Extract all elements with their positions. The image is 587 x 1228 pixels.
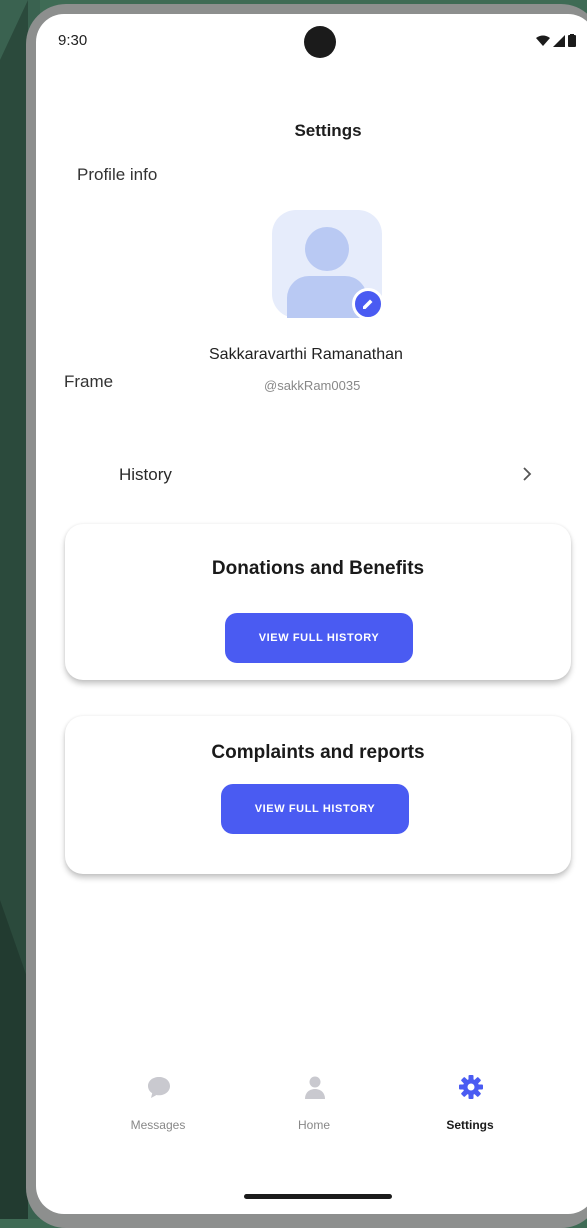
person-icon [305,1076,325,1099]
view-complaints-history-button[interactable]: VIEW FULL HISTORY [221,784,409,834]
view-donations-history-button[interactable]: VIEW FULL HISTORY [225,613,413,663]
status-time: 9:30 [58,32,88,49]
profile-name: Sakkaravarthi Ramanathan [209,346,403,363]
profile-handle: @sakkRam0035 [264,378,361,393]
status-icons [536,34,576,47]
profile-section-label: Profile info [77,165,158,184]
complaints-card: Complaints and reports VIEW FULL HISTORY [65,716,571,874]
history-label: History [119,465,172,484]
frame-label: Frame [64,372,114,391]
nav-item-home[interactable]: Home [254,1074,374,1144]
chat-bubble-icon [148,1077,170,1098]
signal-icon [553,34,565,47]
complaints-card-title: Complaints and reports [211,742,425,763]
nav-label-messages: Messages [130,1118,186,1132]
nav-label-settings: Settings [446,1118,494,1132]
phone-screen: 9:30 Settings Profile info Sakkaravarthi… [36,14,587,1214]
home-indicator[interactable] [244,1194,392,1199]
avatar-head [305,227,349,271]
pencil-icon [363,299,373,309]
avatar[interactable] [272,210,384,320]
nav-item-messages[interactable]: Messages [98,1074,218,1144]
battery-icon [568,34,576,47]
gear-icon [459,1075,483,1099]
wifi-icon [536,35,550,46]
nav-item-settings[interactable]: Settings [410,1074,530,1144]
bottom-navigation: Messages Home Settings [36,1074,587,1144]
edit-avatar-button[interactable] [352,288,384,320]
chevron-right-icon [523,467,532,481]
front-camera [304,26,336,58]
nav-label-home: Home [297,1118,330,1132]
donations-card-title: Donations and Benefits [211,558,425,579]
history-row[interactable]: History [36,454,587,494]
donations-card: Donations and Benefits VIEW FULL HISTORY [65,524,571,680]
page-title: Settings [294,121,362,140]
